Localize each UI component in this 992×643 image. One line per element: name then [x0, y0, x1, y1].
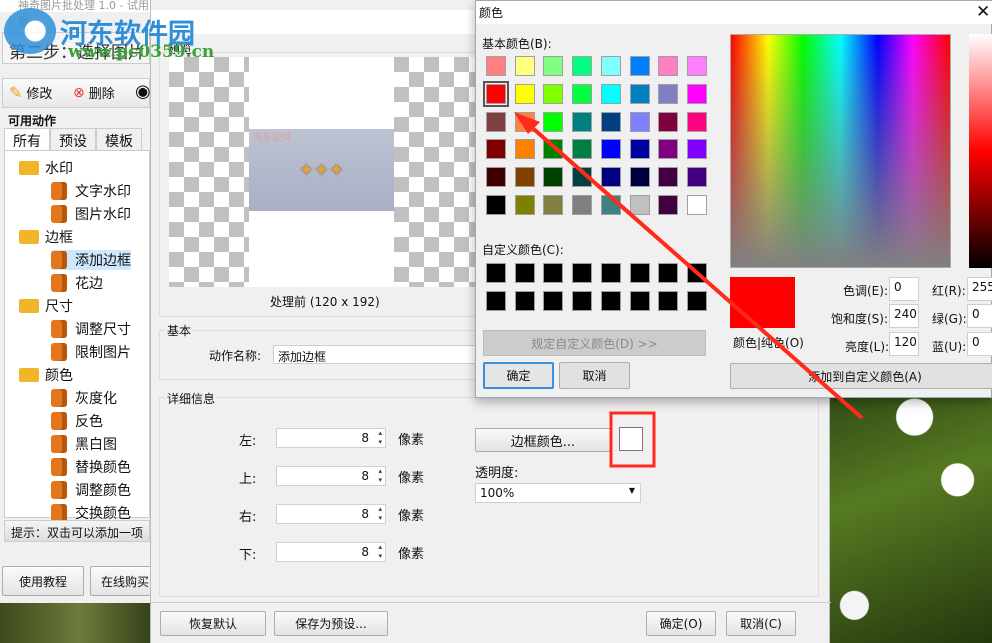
watermark-emblem — [4, 8, 56, 54]
annotation-overlay — [514, 112, 864, 468]
red-highlight-box — [609, 411, 656, 468]
red-arrow-annotation — [526, 122, 864, 420]
watermark-url: www.pc0359.cn — [68, 42, 215, 62]
